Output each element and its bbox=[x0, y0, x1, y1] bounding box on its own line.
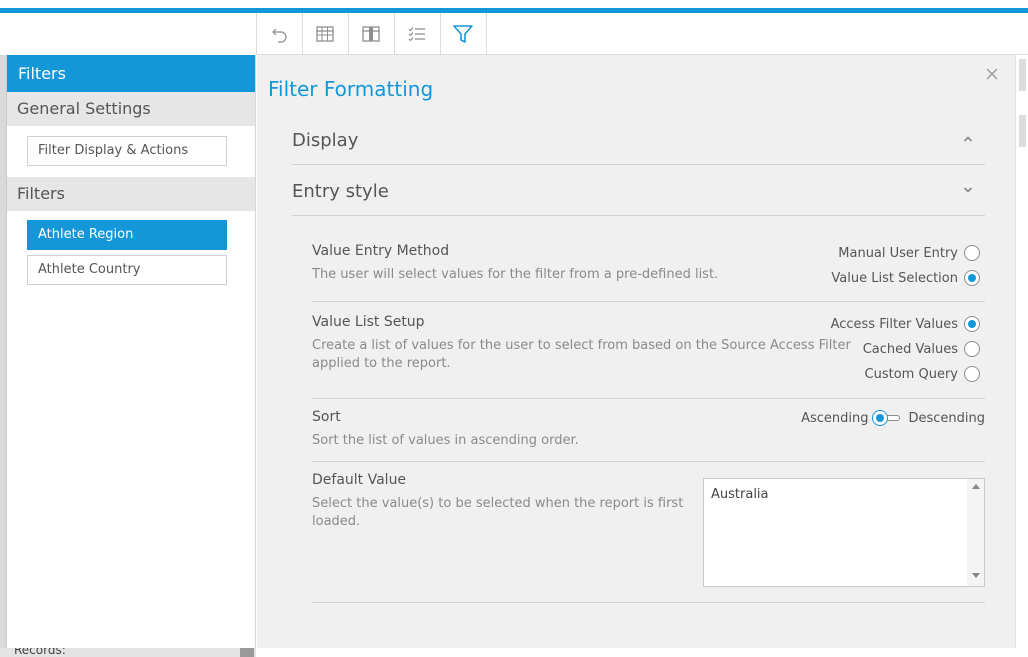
entry-style-section-header[interactable]: Entry style bbox=[292, 166, 985, 216]
value-entry-method-desc: The user will select values for the filt… bbox=[312, 267, 719, 282]
sort-title: Sort bbox=[312, 409, 341, 425]
chevron-up-icon bbox=[963, 136, 973, 142]
header-blank bbox=[0, 13, 256, 55]
descending-label: Descending bbox=[908, 410, 985, 426]
display-section-label: Display bbox=[292, 130, 359, 151]
default-value-desc-1: Select the value(s) to be selected when … bbox=[312, 496, 684, 511]
value-list-setup-row: Value List Setup Create a list of values… bbox=[312, 302, 985, 399]
value-list-selection-option[interactable]: Value List Selection bbox=[831, 270, 980, 286]
right-edge-strip bbox=[1015, 55, 1028, 648]
columns-button[interactable] bbox=[348, 13, 395, 54]
edge-tab bbox=[1019, 59, 1026, 91]
radio-label: Custom Query bbox=[864, 366, 958, 382]
ascending-label: Ascending bbox=[801, 410, 869, 426]
edge-tab bbox=[1019, 115, 1026, 147]
sort-row: Sort Sort the list of values in ascendin… bbox=[312, 399, 985, 462]
filter-formatting-panel: Filter Formatting Display Entry style Va… bbox=[257, 55, 1015, 648]
cached-values-radio[interactable] bbox=[964, 341, 980, 357]
radio-label: Manual User Entry bbox=[838, 245, 958, 261]
report-area-edge bbox=[256, 648, 1028, 657]
custom-query-radio[interactable] bbox=[964, 366, 980, 382]
sidebar-item-filter-display-actions[interactable]: Filter Display & Actions bbox=[27, 136, 227, 166]
filters-sidebar: Filters General Settings Filter Display … bbox=[7, 55, 256, 648]
general-settings-heading: General Settings bbox=[7, 92, 255, 126]
sidebar-item-athlete-country[interactable]: Athlete Country bbox=[27, 255, 227, 285]
radio-label: Cached Values bbox=[862, 341, 958, 357]
radio-label: Value List Selection bbox=[831, 270, 958, 286]
toolbar bbox=[256, 13, 1028, 55]
display-section-header[interactable]: Display bbox=[292, 115, 985, 165]
default-value-desc-2: loaded. bbox=[312, 514, 361, 529]
listbox-scrollbar[interactable] bbox=[967, 479, 984, 586]
entry-style-section-label: Entry style bbox=[292, 181, 389, 202]
checklist-icon bbox=[408, 26, 425, 41]
cached-values-option[interactable]: Cached Values bbox=[863, 341, 980, 357]
scroll-handle[interactable] bbox=[240, 648, 254, 657]
sort-toggle-switch[interactable] bbox=[872, 410, 902, 426]
table-button[interactable] bbox=[302, 13, 349, 54]
columns-icon bbox=[362, 25, 380, 42]
chevron-down-icon bbox=[963, 187, 973, 193]
sort-order-toggle[interactable]: Ascending Descending bbox=[801, 410, 985, 426]
radio-label: Access Filter Values bbox=[830, 316, 958, 332]
sidebar-item-athlete-region[interactable]: Athlete Region bbox=[27, 220, 227, 250]
filter-icon bbox=[453, 24, 473, 43]
default-value-row: Default Value Select the value(s) to be … bbox=[312, 462, 985, 603]
value-list-selection-radio[interactable] bbox=[964, 270, 980, 286]
close-icon[interactable] bbox=[985, 67, 999, 81]
records-label: Records: bbox=[14, 648, 66, 657]
manual-user-entry-radio[interactable] bbox=[964, 245, 980, 261]
value-entry-method-title: Value Entry Method bbox=[312, 243, 450, 259]
records-bar: Records: bbox=[0, 648, 256, 657]
value-list-setup-desc-1: Create a list of values for the user to … bbox=[312, 338, 851, 353]
default-value-title: Default Value bbox=[312, 472, 407, 488]
filter-button[interactable] bbox=[440, 13, 487, 54]
access-filter-values-option[interactable]: Access Filter Values bbox=[831, 316, 980, 332]
scroll-up-icon[interactable] bbox=[972, 484, 980, 489]
value-list-setup-title: Value List Setup bbox=[312, 314, 425, 330]
checklist-button[interactable] bbox=[394, 13, 441, 54]
panel-title: Filter Formatting bbox=[268, 77, 434, 101]
undo-button[interactable] bbox=[256, 13, 303, 54]
table-icon bbox=[316, 25, 334, 42]
value-list-setup-desc-2: applied to the report. bbox=[312, 356, 451, 371]
value-entry-method-row: Value Entry Method The user will select … bbox=[312, 235, 985, 302]
scroll-down-icon[interactable] bbox=[972, 573, 980, 578]
access-filter-values-radio[interactable] bbox=[964, 316, 980, 332]
default-value-listbox[interactable]: Australia bbox=[703, 478, 985, 587]
listbox-option[interactable]: Australia bbox=[711, 487, 769, 502]
undo-icon bbox=[271, 28, 287, 43]
manual-user-entry-option[interactable]: Manual User Entry bbox=[838, 245, 980, 261]
toggle-knob bbox=[872, 410, 889, 426]
sort-desc: Sort the list of values in ascending ord… bbox=[312, 433, 579, 448]
custom-query-option[interactable]: Custom Query bbox=[865, 366, 980, 382]
left-edge-strip bbox=[0, 55, 7, 657]
sidebar-title: Filters bbox=[7, 55, 255, 92]
filters-heading: Filters bbox=[7, 177, 255, 211]
